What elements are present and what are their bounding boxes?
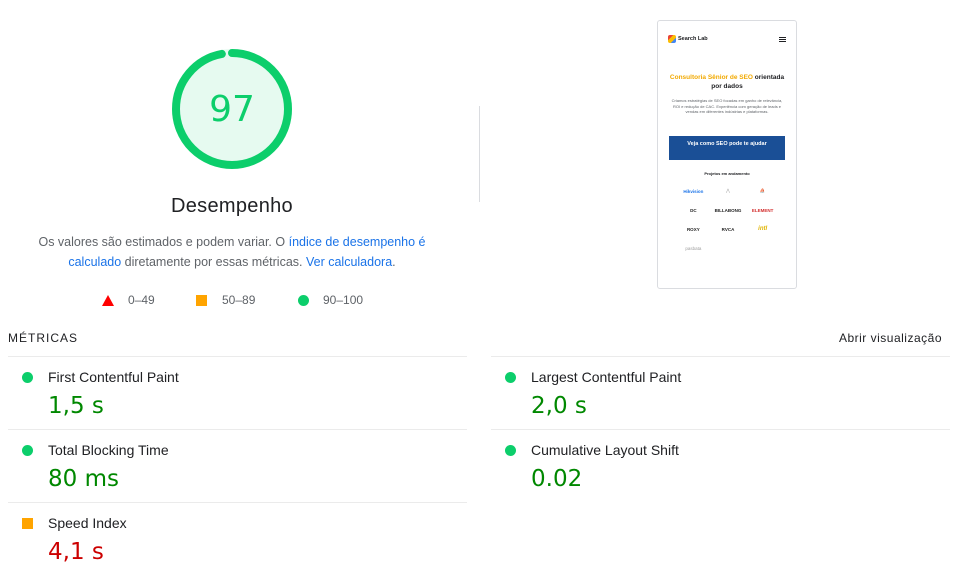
legend-item-pass: 90–100 xyxy=(298,291,363,309)
metric-cumulative-layout-shift: Cumulative Layout Shift 0.02 xyxy=(491,429,950,502)
metric-name: Cumulative Layout Shift xyxy=(531,442,679,458)
client-logo-ship-icon: ⛵ xyxy=(759,188,766,193)
client-logo: BILLABONG xyxy=(714,207,742,213)
client-logo: ROXY xyxy=(686,226,700,232)
metric-name: Largest Contentful Paint xyxy=(531,369,682,385)
final-screenshot[interactable]: Search Lab Consultoria Sênior de SEO ori… xyxy=(657,20,797,289)
metric-name: First Contentful Paint xyxy=(48,369,179,385)
pass-circle-icon xyxy=(505,445,516,456)
metric-name: Total Blocking Time xyxy=(48,442,169,458)
metric-value: 80 ms xyxy=(48,466,119,492)
screenshot-cta: Veja como SEO pode te ajudar xyxy=(669,136,785,160)
client-logo: Hikvision xyxy=(683,188,704,194)
client-logo: intl xyxy=(758,226,768,232)
legend-item-average: 50–89 xyxy=(196,291,255,309)
metric-value: 2,0 s xyxy=(531,393,587,419)
screenshot-hero-title: Consultoria Sênior de SEO orientada por … xyxy=(664,73,790,91)
client-logo: ELEMENT xyxy=(751,207,774,213)
legend-item-fail: 0–49 xyxy=(102,291,155,309)
metric-first-contentful-paint: First Contentful Paint 1,5 s xyxy=(8,356,467,429)
score-title: Desempenho xyxy=(171,195,293,217)
metric-value: 1,5 s xyxy=(48,393,104,419)
brand-logo: Search Lab xyxy=(668,35,708,43)
client-logos: Hikvision ⋀ ⛵ DC BILLABONG ELEMENT ROXY … xyxy=(676,185,780,254)
client-logo: pasbata xyxy=(685,245,702,251)
legend-label-fail: 0–49 xyxy=(128,293,155,307)
client-logo: DC xyxy=(690,207,697,213)
triangle-icon xyxy=(102,294,114,306)
circle-icon xyxy=(298,294,309,306)
metric-largest-contentful-paint: Largest Contentful Paint 2,0 s xyxy=(491,356,950,429)
client-logo-mountain-icon: ⋀ xyxy=(726,188,730,193)
screenshot-header: Search Lab xyxy=(668,33,786,45)
description-text-3: . xyxy=(392,255,396,269)
brand-name: Search Lab xyxy=(678,36,708,42)
screenshot-subtitle: Criamos estratégias de SEO focadas em ga… xyxy=(671,98,783,114)
score-description: Os valores são estimados e podem variar.… xyxy=(28,232,436,272)
pass-circle-icon xyxy=(505,372,516,383)
description-text-1: Os valores são estimados e podem variar.… xyxy=(38,235,289,249)
metric-value: 4,1 s xyxy=(48,539,104,565)
square-icon xyxy=(196,294,207,306)
legend-label-pass: 90–100 xyxy=(323,293,364,307)
expand-view-toggle[interactable]: Abrir visualização xyxy=(839,331,942,345)
screenshot-projects-label: Projetos em andamento xyxy=(704,171,750,176)
performance-score-gauge: 97 xyxy=(171,48,293,170)
metric-speed-index: Speed Index 4,1 s xyxy=(8,502,467,583)
client-logo: RVCA xyxy=(721,226,735,232)
hero-accent: Consultoria Sênior de SEO xyxy=(669,74,753,81)
metric-value: 0.02 xyxy=(531,466,583,492)
average-square-icon xyxy=(22,518,33,529)
vertical-divider xyxy=(479,106,480,202)
metric-total-blocking-time: Total Blocking Time 80 ms xyxy=(8,429,467,502)
pass-circle-icon xyxy=(22,372,33,383)
brand-logo-icon xyxy=(668,35,676,43)
legend-label-average: 50–89 xyxy=(222,293,256,307)
metric-name: Speed Index xyxy=(48,515,127,531)
pass-circle-icon xyxy=(22,445,33,456)
score-value: 97 xyxy=(209,88,255,130)
metrics-heading: MÉTRICAS xyxy=(8,331,79,345)
description-text-2: diretamente por essas métricas. xyxy=(121,255,306,269)
calculator-link[interactable]: Ver calculadora xyxy=(306,255,392,269)
score-legend: 0–49 50–89 90–100 xyxy=(0,291,955,309)
menu-icon xyxy=(779,36,786,42)
